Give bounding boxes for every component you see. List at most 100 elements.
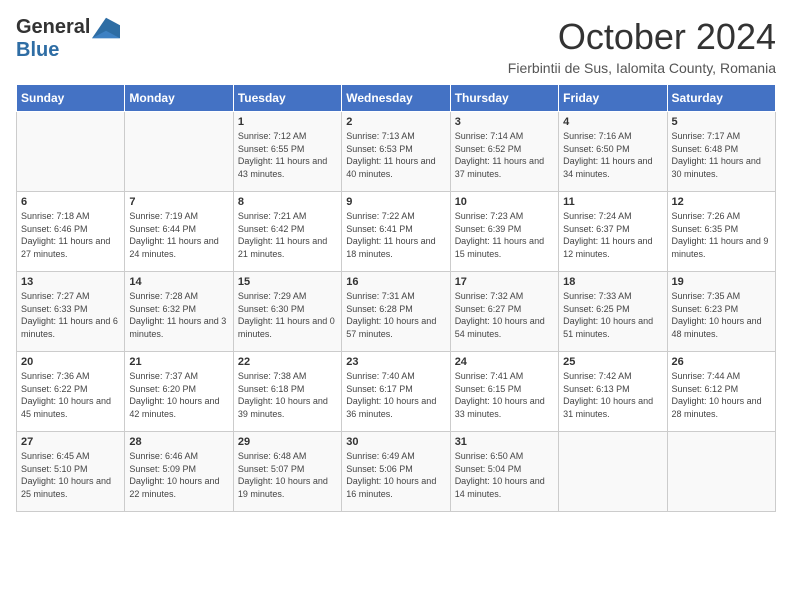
- day-number: 3: [455, 116, 554, 128]
- calendar-week-4: 20Sunrise: 7:36 AM Sunset: 6:22 PM Dayli…: [17, 352, 776, 432]
- calendar-cell: 11 Sunrise: 7:24 AM Sunset: 6:37 PM Dayli…: [559, 192, 667, 272]
- day-info: Sunrise: 6:46 AM Sunset: 5:09 PM Dayligh…: [129, 450, 228, 500]
- day-number: 10: [455, 196, 554, 208]
- calendar-week-3: 13 Sunrise: 7:27 AM Sunset: 6:33 PM Dayli…: [17, 272, 776, 352]
- calendar-cell: 5 Sunrise: 7:17 AM Sunset: 6:48 PM Daylig…: [667, 112, 775, 192]
- calendar-cell: 26 Sunrise: 7:44 AM Sunset: 6:12 PM Dayli…: [667, 352, 775, 432]
- day-info: Sunrise: 7:14 AM Sunset: 6:52 PM Dayligh…: [455, 130, 554, 180]
- day-number: 1: [238, 116, 337, 128]
- day-header-monday: Monday: [125, 85, 233, 112]
- calendar-cell: [559, 432, 667, 512]
- day-info: Sunrise: 6:50 AM Sunset: 5:04 PM Dayligh…: [455, 450, 554, 500]
- day-info: Sunrise: 7:19 AM Sunset: 6:44 PM Dayligh…: [129, 210, 228, 260]
- day-info: Sunrise: 7:16 AM Sunset: 6:50 PM Dayligh…: [563, 130, 662, 180]
- day-info: Sunrise: 6:48 AM Sunset: 5:07 PM Dayligh…: [238, 450, 337, 500]
- day-number: 2: [346, 116, 445, 128]
- day-info: Sunrise: 7:35 AM Sunset: 6:23 PM Dayligh…: [672, 290, 771, 340]
- day-header-wednesday: Wednesday: [342, 85, 450, 112]
- day-info: Sunrise: 7:13 AM Sunset: 6:53 PM Dayligh…: [346, 130, 445, 180]
- page-header: General Blue October 2024 Fierbintii de …: [16, 16, 776, 76]
- day-info: Sunrise: 7:18 AM Sunset: 6:46 PM Dayligh…: [21, 210, 120, 260]
- day-info: Sunrise: 7:27 AM Sunset: 6:33 PM Dayligh…: [21, 290, 120, 340]
- day-number: 7: [129, 196, 228, 208]
- calendar-cell: 23 Sunrise: 7:40 AM Sunset: 6:17 PM Dayli…: [342, 352, 450, 432]
- calendar-cell: 27 Sunrise: 6:45 AM Sunset: 5:10 PM Dayli…: [17, 432, 125, 512]
- calendar-cell: 1 Sunrise: 7:12 AM Sunset: 6:55 PM Daylig…: [233, 112, 341, 192]
- day-info: Sunrise: 7:29 AM Sunset: 6:30 PM Dayligh…: [238, 290, 337, 340]
- day-info: Sunrise: 7:44 AM Sunset: 6:12 PM Dayligh…: [672, 370, 771, 420]
- calendar-cell: [17, 112, 125, 192]
- day-number: 31: [455, 436, 554, 448]
- day-number: 13: [21, 276, 120, 288]
- calendar-header-row: SundayMondayTuesdayWednesdayThursdayFrid…: [17, 85, 776, 112]
- day-info: Sunrise: 7:23 AM Sunset: 6:39 PM Dayligh…: [455, 210, 554, 260]
- calendar-cell: 13 Sunrise: 7:27 AM Sunset: 6:33 PM Dayli…: [17, 272, 125, 352]
- day-number: 5: [672, 116, 771, 128]
- day-number: 16: [346, 276, 445, 288]
- calendar-cell: 16 Sunrise: 7:31 AM Sunset: 6:28 PM Dayli…: [342, 272, 450, 352]
- day-info: Sunrise: 7:33 AM Sunset: 6:25 PM Dayligh…: [563, 290, 662, 340]
- day-info: Sunrise: 7:40 AM Sunset: 6:17 PM Dayligh…: [346, 370, 445, 420]
- day-number: 28: [129, 436, 228, 448]
- day-info: Sunrise: 7:42 AM Sunset: 6:13 PM Dayligh…: [563, 370, 662, 420]
- logo: General Blue: [16, 16, 120, 62]
- day-number: 18: [563, 276, 662, 288]
- day-number: 11: [563, 196, 662, 208]
- day-number: 4: [563, 116, 662, 128]
- day-number: 30: [346, 436, 445, 448]
- calendar-body: 1 Sunrise: 7:12 AM Sunset: 6:55 PM Daylig…: [17, 112, 776, 512]
- calendar-cell: 31 Sunrise: 6:50 AM Sunset: 5:04 PM Dayli…: [450, 432, 558, 512]
- day-info: Sunrise: 7:32 AM Sunset: 6:27 PM Dayligh…: [455, 290, 554, 340]
- calendar-cell: 3 Sunrise: 7:14 AM Sunset: 6:52 PM Daylig…: [450, 112, 558, 192]
- day-info: Sunrise: 7:28 AM Sunset: 6:32 PM Dayligh…: [129, 290, 228, 340]
- day-info: Sunrise: 7:31 AM Sunset: 6:28 PM Dayligh…: [346, 290, 445, 340]
- calendar-cell: 4 Sunrise: 7:16 AM Sunset: 6:50 PM Daylig…: [559, 112, 667, 192]
- day-header-saturday: Saturday: [667, 85, 775, 112]
- day-number: 29: [238, 436, 337, 448]
- month-title: October 2024: [508, 16, 776, 58]
- calendar-cell: 9Sunrise: 7:22 AM Sunset: 6:41 PM Daylig…: [342, 192, 450, 272]
- day-info: Sunrise: 7:41 AM Sunset: 6:15 PM Dayligh…: [455, 370, 554, 420]
- calendar-cell: 15 Sunrise: 7:29 AM Sunset: 6:30 PM Dayli…: [233, 272, 341, 352]
- calendar-cell: 25 Sunrise: 7:42 AM Sunset: 6:13 PM Dayli…: [559, 352, 667, 432]
- calendar-cell: 18 Sunrise: 7:33 AM Sunset: 6:25 PM Dayli…: [559, 272, 667, 352]
- calendar-cell: [667, 432, 775, 512]
- day-number: 23: [346, 356, 445, 368]
- day-number: 20: [21, 356, 120, 368]
- logo-blue-text: Blue: [16, 39, 59, 61]
- calendar-cell: 14Sunrise: 7:28 AM Sunset: 6:32 PM Dayli…: [125, 272, 233, 352]
- day-number: 12: [672, 196, 771, 208]
- day-info: Sunrise: 7:24 AM Sunset: 6:37 PM Dayligh…: [563, 210, 662, 260]
- day-number: 9: [346, 196, 445, 208]
- day-header-tuesday: Tuesday: [233, 85, 341, 112]
- day-number: 24: [455, 356, 554, 368]
- day-number: 27: [21, 436, 120, 448]
- day-header-thursday: Thursday: [450, 85, 558, 112]
- day-number: 22: [238, 356, 337, 368]
- day-number: 17: [455, 276, 554, 288]
- title-block: October 2024 Fierbintii de Sus, Ialomita…: [508, 16, 776, 76]
- subtitle: Fierbintii de Sus, Ialomita County, Roma…: [508, 60, 776, 76]
- day-info: Sunrise: 7:38 AM Sunset: 6:18 PM Dayligh…: [238, 370, 337, 420]
- day-info: Sunrise: 7:17 AM Sunset: 6:48 PM Dayligh…: [672, 130, 771, 180]
- day-number: 15: [238, 276, 337, 288]
- calendar-cell: 17 Sunrise: 7:32 AM Sunset: 6:27 PM Dayli…: [450, 272, 558, 352]
- calendar-cell: 12 Sunrise: 7:26 AM Sunset: 6:35 PM Dayli…: [667, 192, 775, 272]
- calendar-cell: 24 Sunrise: 7:41 AM Sunset: 6:15 PM Dayli…: [450, 352, 558, 432]
- day-number: 25: [563, 356, 662, 368]
- calendar-week-1: 1 Sunrise: 7:12 AM Sunset: 6:55 PM Daylig…: [17, 112, 776, 192]
- calendar-cell: 21Sunrise: 7:37 AM Sunset: 6:20 PM Dayli…: [125, 352, 233, 432]
- calendar-cell: 8Sunrise: 7:21 AM Sunset: 6:42 PM Daylig…: [233, 192, 341, 272]
- day-info: Sunrise: 7:12 AM Sunset: 6:55 PM Dayligh…: [238, 130, 337, 180]
- day-info: Sunrise: 7:21 AM Sunset: 6:42 PM Dayligh…: [238, 210, 337, 260]
- day-info: Sunrise: 6:45 AM Sunset: 5:10 PM Dayligh…: [21, 450, 120, 500]
- day-number: 26: [672, 356, 771, 368]
- calendar-cell: 6Sunrise: 7:18 AM Sunset: 6:46 PM Daylig…: [17, 192, 125, 272]
- day-header-sunday: Sunday: [17, 85, 125, 112]
- day-number: 19: [672, 276, 771, 288]
- calendar-cell: 2 Sunrise: 7:13 AM Sunset: 6:53 PM Daylig…: [342, 112, 450, 192]
- calendar-cell: 30Sunrise: 6:49 AM Sunset: 5:06 PM Dayli…: [342, 432, 450, 512]
- calendar-cell: 28 Sunrise: 6:46 AM Sunset: 5:09 PM Dayli…: [125, 432, 233, 512]
- day-number: 21: [129, 356, 228, 368]
- day-info: Sunrise: 7:26 AM Sunset: 6:35 PM Dayligh…: [672, 210, 771, 260]
